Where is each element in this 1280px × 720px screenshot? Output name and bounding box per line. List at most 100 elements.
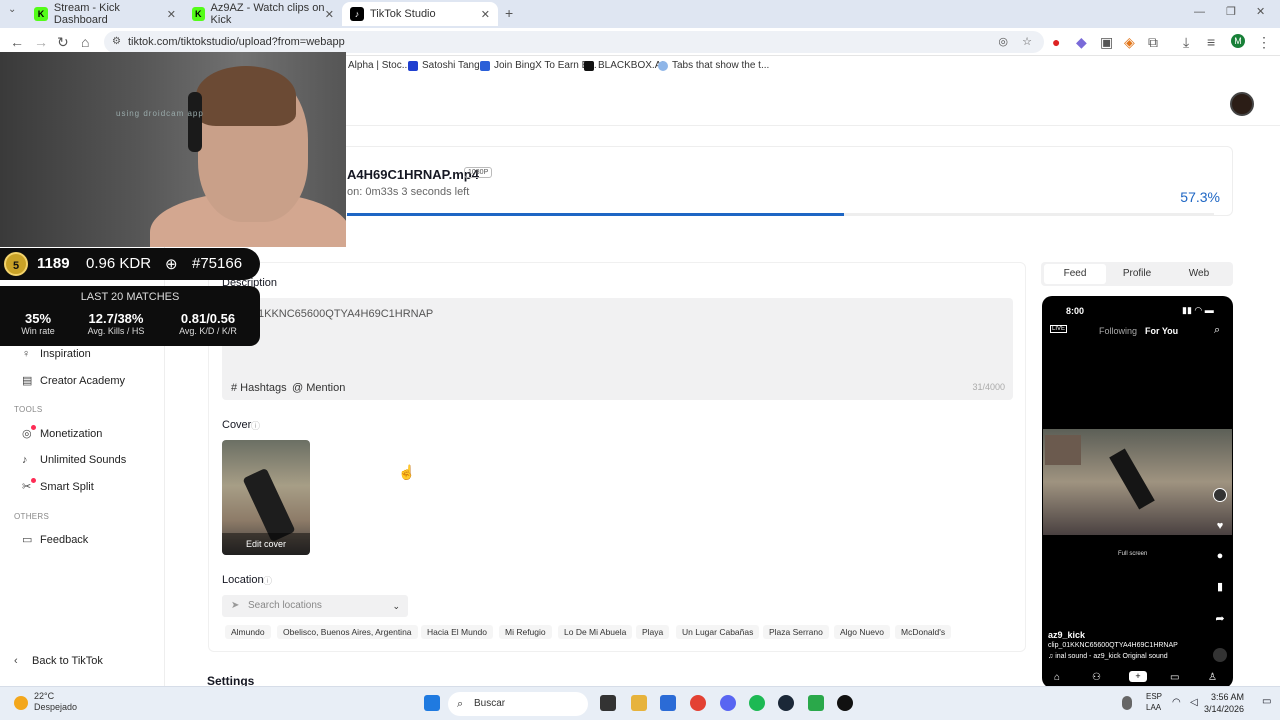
volume-icon[interactable]: ◁ [1190, 697, 1198, 708]
address-bar[interactable]: ⚙ tiktok.com/tiktokstudio/upload?from=we… [104, 31, 1044, 53]
file-explorer-icon[interactable] [631, 695, 647, 711]
sidebar-item-smart-split[interactable]: ✂ Smart Split [22, 478, 94, 493]
info-icon[interactable]: ⓘ [263, 574, 272, 587]
sidebar-item-feedback[interactable]: ▭ Feedback [22, 533, 89, 547]
bookmark-item[interactable]: Satoshi Tango [408, 60, 485, 71]
home-icon[interactable]: ⌂ [81, 34, 89, 50]
site-info-icon[interactable]: ⚙ [112, 31, 121, 53]
taskbar-search[interactable]: ⌕ Buscar [448, 692, 588, 716]
minimize-icon[interactable]: — [1194, 6, 1205, 18]
new-tab-button[interactable]: + [505, 5, 513, 21]
close-window-icon[interactable]: ✕ [1256, 5, 1265, 18]
extension-icon[interactable]: ◆ [1076, 34, 1087, 51]
spotify-icon[interactable] [749, 695, 765, 711]
sidebar-item-label: Creator Academy [40, 374, 125, 387]
sidebar-item-unlimited-sounds[interactable]: ♪ Unlimited Sounds [22, 454, 126, 466]
stat-key: Avg. Kills / HS [87, 326, 145, 336]
app-icon[interactable] [808, 695, 824, 711]
discord-icon[interactable] [720, 695, 736, 711]
back-icon[interactable]: ← [10, 34, 24, 50]
restore-icon[interactable]: ❐ [1226, 5, 1236, 18]
cover-thumbnail[interactable]: Edit cover [222, 440, 310, 555]
friends-icon: ⚇ [1092, 672, 1101, 683]
tab-web[interactable]: Web [1168, 264, 1230, 284]
extension-icon[interactable]: ▣ [1100, 34, 1113, 51]
notifications-icon[interactable]: ▭ [1262, 696, 1271, 707]
bookmark-label: Tabs that show the t... [672, 60, 770, 71]
description-input[interactable]: 1KKNC65600QTYA4H69C1HRNAP # Hashtags @ M… [222, 298, 1013, 400]
chrome-icon[interactable] [690, 695, 706, 711]
mention-button[interactable]: @ Mention [292, 382, 345, 394]
description-text: 1KKNC65600QTYA4H69C1HRNAP [258, 308, 434, 320]
location-chip[interactable]: Plaza Serrano [763, 625, 829, 639]
location-chip[interactable]: Lo De Mi Abuela [558, 625, 633, 639]
sidebar-item-creator-academy[interactable]: ▤ Creator Academy [22, 374, 125, 388]
cover-label: Cover [222, 419, 252, 431]
menu-icon[interactable]: ⋮ [1257, 34, 1271, 51]
tab-kick-dashboard[interactable]: K Stream - Kick Dashboard ✕ [26, 2, 184, 26]
tab-list-chevron-icon[interactable]: ⌄ [8, 4, 16, 15]
weapon-image [1109, 448, 1155, 510]
hashtags-button[interactable]: # Hashtags [231, 382, 287, 394]
stat-value: 0.81/0.56 [180, 311, 236, 326]
info-icon[interactable]: ⓘ [251, 419, 260, 432]
tab-feed[interactable]: Feed [1044, 264, 1106, 284]
close-icon[interactable]: ✕ [481, 8, 490, 21]
tab-kick-clips[interactable]: K Az9AZ - Watch clips on Kick ✕ [184, 2, 342, 26]
language-indicator[interactable]: ESP LAA [1146, 691, 1162, 713]
playlist-icon[interactable]: ≡ [1207, 34, 1215, 50]
location-chip[interactable]: Almundo [225, 625, 271, 639]
profile-avatar[interactable]: M [1231, 34, 1245, 48]
bookmark-item[interactable]: BLACKBOX.AI [584, 60, 664, 71]
wifi-icon[interactable]: ◠ [1172, 697, 1181, 708]
steam-icon[interactable] [778, 695, 794, 711]
elo-value: 1189 [37, 255, 70, 272]
sidebar-item-label: Feedback [40, 533, 89, 546]
weather-temperature: 22°C [34, 691, 55, 701]
location-chip[interactable]: Playa [636, 625, 670, 639]
location-chip[interactable]: Mi Refugio [499, 625, 552, 639]
rank-value: #75166 [192, 255, 243, 272]
location-select[interactable]: ➤ Search locations ⌄ [222, 595, 408, 617]
location-chip[interactable]: Hacia El Mundo [421, 625, 494, 639]
url-text: tiktok.com/tiktokstudio/upload?from=weba… [128, 36, 345, 48]
task-view-icon[interactable] [600, 695, 616, 711]
opera-extension-icon[interactable]: ● [1052, 34, 1060, 50]
last-matches-panel: LAST 20 MATCHES 35% Win rate 12.7/38% Av… [0, 286, 260, 346]
location-chip[interactable]: Un Lugar Cabañas [676, 625, 760, 639]
tab-profile[interactable]: Profile [1106, 264, 1168, 284]
eye-off-icon[interactable]: ◎ [998, 31, 1008, 53]
download-icon[interactable]: ⤓ [1183, 34, 1189, 51]
microphone-icon[interactable] [1122, 696, 1132, 710]
create-icon: + [1129, 671, 1147, 682]
location-chip[interactable]: Obelisco, Buenos Aires, Argentina [277, 625, 418, 639]
stat-win-rate: 35% Win rate [10, 311, 66, 336]
file-name: A4H69C1HRNAP.mp4 [347, 167, 479, 182]
upload-time-left: on: 0m33s 3 seconds left [347, 186, 470, 198]
sidebar-item-inspiration[interactable]: ♀ Inspiration [22, 348, 91, 360]
bookmark-item[interactable]: Alpha | Stoc... [348, 60, 410, 71]
location-chip[interactable]: Algo Nuevo [834, 625, 890, 639]
mail-icon[interactable] [660, 695, 676, 711]
edit-cover-button[interactable]: Edit cover [222, 533, 310, 555]
tab-tiktok-studio[interactable]: ♪ TikTok Studio ✕ [342, 2, 498, 26]
bookmark-icon [408, 60, 418, 71]
bookmark-item[interactable]: Tabs that show the t... [658, 60, 769, 71]
kick-icon: K [34, 7, 48, 21]
back-to-tiktok-link[interactable]: ‹ Back to TikTok [14, 655, 103, 667]
close-icon[interactable]: ✕ [167, 8, 176, 21]
windows-start-icon[interactable] [424, 695, 440, 711]
bookmark-item[interactable]: Join BingX To Earn B... [480, 60, 597, 71]
reload-icon[interactable]: ↻ [57, 34, 69, 51]
location-chip[interactable]: McDonald's [895, 625, 952, 639]
chevron-down-icon: ⌄ [392, 601, 400, 611]
metamask-icon[interactable]: ◈ [1124, 34, 1135, 51]
app-icon[interactable] [837, 695, 853, 711]
close-icon[interactable]: ✕ [325, 8, 334, 21]
sidebar-item-monetization[interactable]: ◎ Monetization [22, 425, 102, 440]
user-avatar[interactable] [1230, 92, 1254, 116]
forward-icon[interactable]: → [34, 34, 48, 50]
taskbar-clock[interactable]: 3:56 AM 3/14/2026 [1204, 691, 1244, 715]
star-icon[interactable]: ☆ [1022, 31, 1032, 53]
puzzle-icon[interactable]: ⧉ [1148, 34, 1158, 51]
